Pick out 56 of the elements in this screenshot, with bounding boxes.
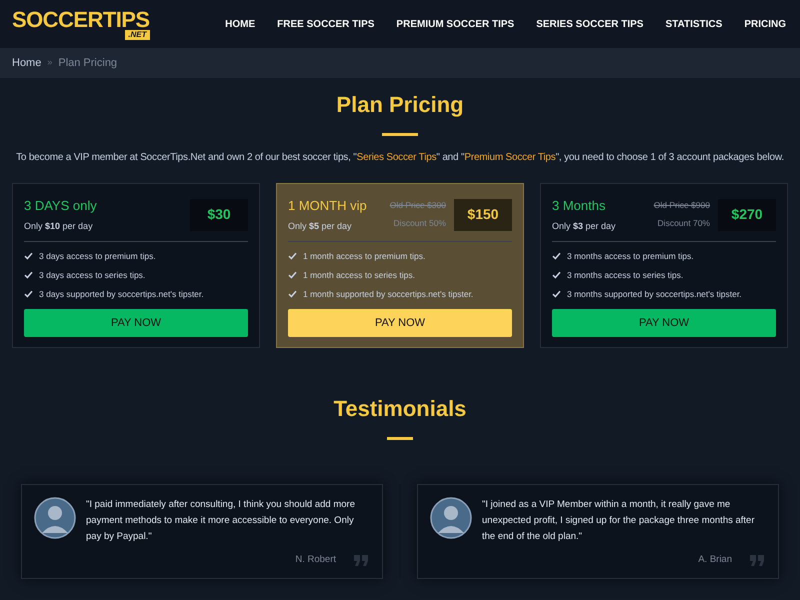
check-icon <box>288 252 297 260</box>
pay-now-button[interactable]: PAY NOW <box>552 309 776 338</box>
breadcrumb-separator: » <box>47 56 52 70</box>
nav-link[interactable]: STATISTICS <box>665 16 722 32</box>
logo-badge: .NET <box>125 30 150 40</box>
quote-icon <box>750 554 764 566</box>
plan-name: 1 MONTH vip <box>288 197 367 215</box>
feature-text: 3 days access to series tips. <box>39 268 146 282</box>
discount-text: Discount 70% <box>658 217 710 230</box>
check-icon <box>288 290 297 298</box>
feature-text: 3 days access to premium tips. <box>39 250 156 263</box>
price-tag: $30 <box>190 198 248 230</box>
feature-text: 3 months access to series tips. <box>567 268 684 282</box>
plan-per-day: Only $3 per day <box>552 220 616 233</box>
old-price: Old Price $900 <box>654 199 710 212</box>
testimonial-author: N. Robert <box>295 553 336 568</box>
avatar-icon <box>34 497 76 540</box>
check-icon <box>24 271 33 280</box>
feature-text: 1 month access to series tips. <box>303 268 415 282</box>
feature-text: 3 months access to premium tips. <box>567 250 694 263</box>
pay-now-button[interactable]: PAY NOW <box>288 309 512 338</box>
check-icon <box>24 290 33 298</box>
intro-text: To become a VIP member at SoccerTips.Net and own 2 of our best soccer tips, "Series Soccer Tips" and "Premium Soccer Tips", you need to choose 1 of 3 account packages below. <box>16 151 784 165</box>
old-price: Old Price $300 <box>390 199 446 212</box>
quote-icon <box>354 554 368 566</box>
plan-per-day: Only $5 per day <box>288 220 367 233</box>
page-title: Plan Pricing <box>336 91 464 119</box>
testimonial-quote: "I paid immediately after consulting, I think you should add more payment methods to make it more accessible to everyone. Only pay by Paypal." <box>86 498 356 544</box>
avatar-icon <box>430 497 472 540</box>
nav-link[interactable]: FREE SOCCER TIPS <box>277 16 374 32</box>
section-title: Testimonials <box>334 395 466 424</box>
feature-text: 1 month access to premium tips. <box>303 250 426 263</box>
testimonial-quote: "I joined as a VIP Member within a month, it really gave me unexpected profit, I signed up for the package three months after the end of the old plan." <box>482 498 756 544</box>
price-tag: $150 <box>454 198 512 230</box>
testimonial-author: A. Brian <box>698 553 732 568</box>
nav-link[interactable]: SERIES SOCCER TIPS <box>536 16 644 32</box>
breadcrumb-link[interactable]: Home <box>12 54 42 72</box>
plan-per-day: Only $10 per day <box>24 220 97 233</box>
logo-text[interactable]: SOCCERTIPS <box>12 8 150 30</box>
nav-link[interactable]: HOME <box>225 16 256 32</box>
feature-text: 3 days supported by soccertips.net's tipster. <box>39 288 204 300</box>
check-icon <box>24 252 33 260</box>
check-icon <box>552 271 561 280</box>
plan-name: 3 DAYS only <box>24 197 97 215</box>
check-icon <box>552 252 561 260</box>
plan-name: 3 Months <box>552 197 606 215</box>
feature-text: 3 months supported by soccertips.net's tipster. <box>567 288 742 300</box>
discount-text: Discount 50% <box>394 217 446 230</box>
check-icon <box>288 271 297 280</box>
breadcrumb-current: Plan Pricing <box>58 56 118 71</box>
feature-text: 1 month supported by soccertips.net's tipster. <box>303 288 474 300</box>
nav-link[interactable]: PREMIUM SOCCER TIPS <box>396 16 514 32</box>
check-icon <box>552 290 561 298</box>
pay-now-button[interactable]: PAY NOW <box>24 309 248 338</box>
price-tag: $270 <box>718 198 776 230</box>
nav-link[interactable]: PRICING <box>744 16 786 32</box>
